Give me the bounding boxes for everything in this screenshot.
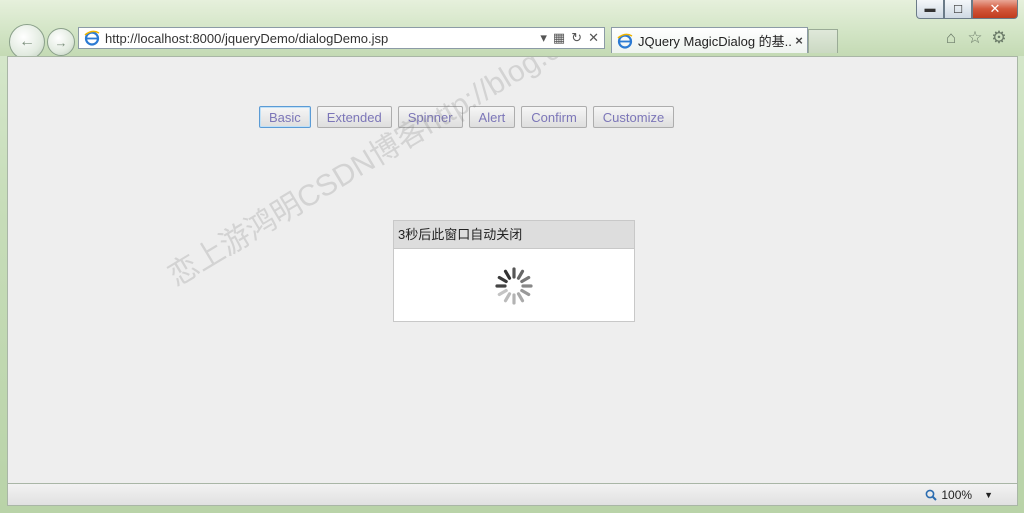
forward-button[interactable]: → bbox=[47, 28, 75, 56]
zoom-control[interactable]: 100% bbox=[925, 488, 972, 502]
compatibility-view-icon[interactable]: ▦ bbox=[553, 30, 565, 46]
tab-close-icon[interactable]: × bbox=[791, 33, 807, 48]
refresh-icon[interactable]: ↻ bbox=[571, 30, 582, 46]
browser-tab[interactable]: JQuery MagicDialog 的基... × bbox=[611, 27, 808, 53]
dialog-title: 3秒后此窗口自动关闭 bbox=[394, 221, 634, 249]
back-button[interactable]: ← bbox=[9, 24, 45, 60]
minimize-button[interactable]: ▬ bbox=[916, 0, 944, 19]
address-bar[interactable]: http://localhost:8000/jqueryDemo/dialogD… bbox=[78, 27, 605, 49]
forward-arrow-icon: → bbox=[54, 34, 68, 50]
maximize-button[interactable]: ☐ bbox=[944, 0, 972, 19]
magic-dialog: 3秒后此窗口自动关闭 bbox=[393, 220, 635, 322]
status-bar: 100% ▼ bbox=[7, 484, 1018, 506]
zoom-level: 100% bbox=[941, 487, 973, 502]
close-window-button[interactable]: ✕ bbox=[972, 0, 1018, 19]
confirm-button[interactable]: Confirm bbox=[521, 106, 587, 128]
new-tab-button[interactable] bbox=[808, 29, 838, 53]
tab-ie-icon bbox=[617, 33, 633, 49]
customize-button[interactable]: Customize bbox=[592, 106, 675, 128]
dropdown-arrow-icon[interactable]: ▾ bbox=[540, 30, 547, 46]
alert-button[interactable]: Alert bbox=[468, 106, 516, 128]
extended-button[interactable]: Extended bbox=[316, 106, 392, 128]
zoom-dropdown-icon[interactable]: ▼ bbox=[984, 490, 993, 500]
star-icon[interactable]: ☆ bbox=[966, 29, 984, 47]
basic-button[interactable]: Basic bbox=[259, 106, 311, 128]
url-text[interactable]: http://localhost:8000/jqueryDemo/dialogD… bbox=[105, 31, 540, 46]
page-content: Basic Extended Spinner Alert Confirm Cus… bbox=[7, 56, 1018, 484]
gear-icon[interactable]: ⚙ bbox=[990, 29, 1008, 47]
window-controls: ▬ ☐ ✕ bbox=[916, 0, 1018, 20]
home-icon[interactable]: ⌂ bbox=[942, 29, 960, 47]
loading-spinner-icon bbox=[495, 267, 533, 305]
back-arrow-icon: ← bbox=[19, 33, 35, 50]
stop-icon[interactable]: ✕ bbox=[588, 30, 599, 46]
zoom-icon bbox=[925, 489, 938, 501]
spinner-button[interactable]: Spinner bbox=[397, 106, 463, 128]
ie-page-icon bbox=[84, 30, 100, 46]
tab-title: JQuery MagicDialog 的基... bbox=[638, 34, 791, 49]
demo-button-row: Basic Extended Spinner Alert Confirm Cus… bbox=[259, 106, 675, 128]
